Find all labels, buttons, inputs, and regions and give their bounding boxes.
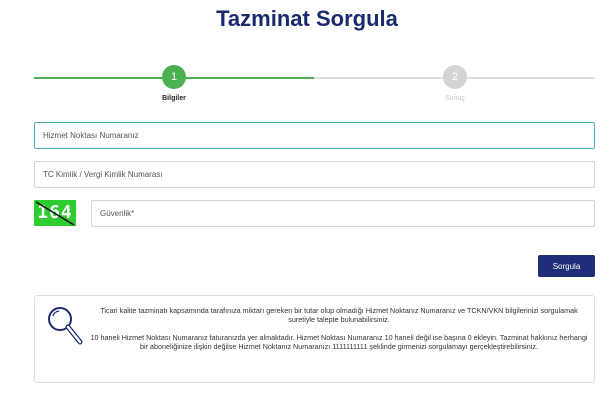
- step-number-2: 2: [443, 65, 467, 89]
- info-text: Ticari kalite tazminatı kapsamında taraf…: [89, 306, 589, 360]
- tckn-input[interactable]: [34, 161, 595, 188]
- service-point-input[interactable]: [34, 122, 595, 149]
- stepper: 1 Bilgiler 2 Sonuç: [0, 64, 614, 108]
- step-number-1: 1: [162, 65, 186, 89]
- step-label-2: Sonuç: [445, 95, 465, 102]
- security-code-input[interactable]: [91, 200, 595, 227]
- info-paragraph-2: 10 haneli Hizmet Noktası Numaranız fatur…: [90, 333, 588, 351]
- info-paragraph-1: Ticari kalite tazminatı kapsamında taraf…: [100, 306, 578, 324]
- captcha-image: 164: [34, 200, 76, 226]
- captcha-noise-line: [35, 201, 75, 226]
- submit-button[interactable]: Sorgula: [538, 255, 595, 277]
- step-label-1: Bilgiler: [162, 95, 186, 102]
- magnifier-icon: [48, 307, 83, 345]
- page-title: Tazminat Sorgula: [216, 6, 398, 31]
- step-bilgiler: 1 Bilgiler: [144, 64, 204, 102]
- info-box: Ticari kalite tazminatı kapsamında taraf…: [34, 295, 595, 383]
- step-sonuc: 2 Sonuç: [425, 64, 485, 102]
